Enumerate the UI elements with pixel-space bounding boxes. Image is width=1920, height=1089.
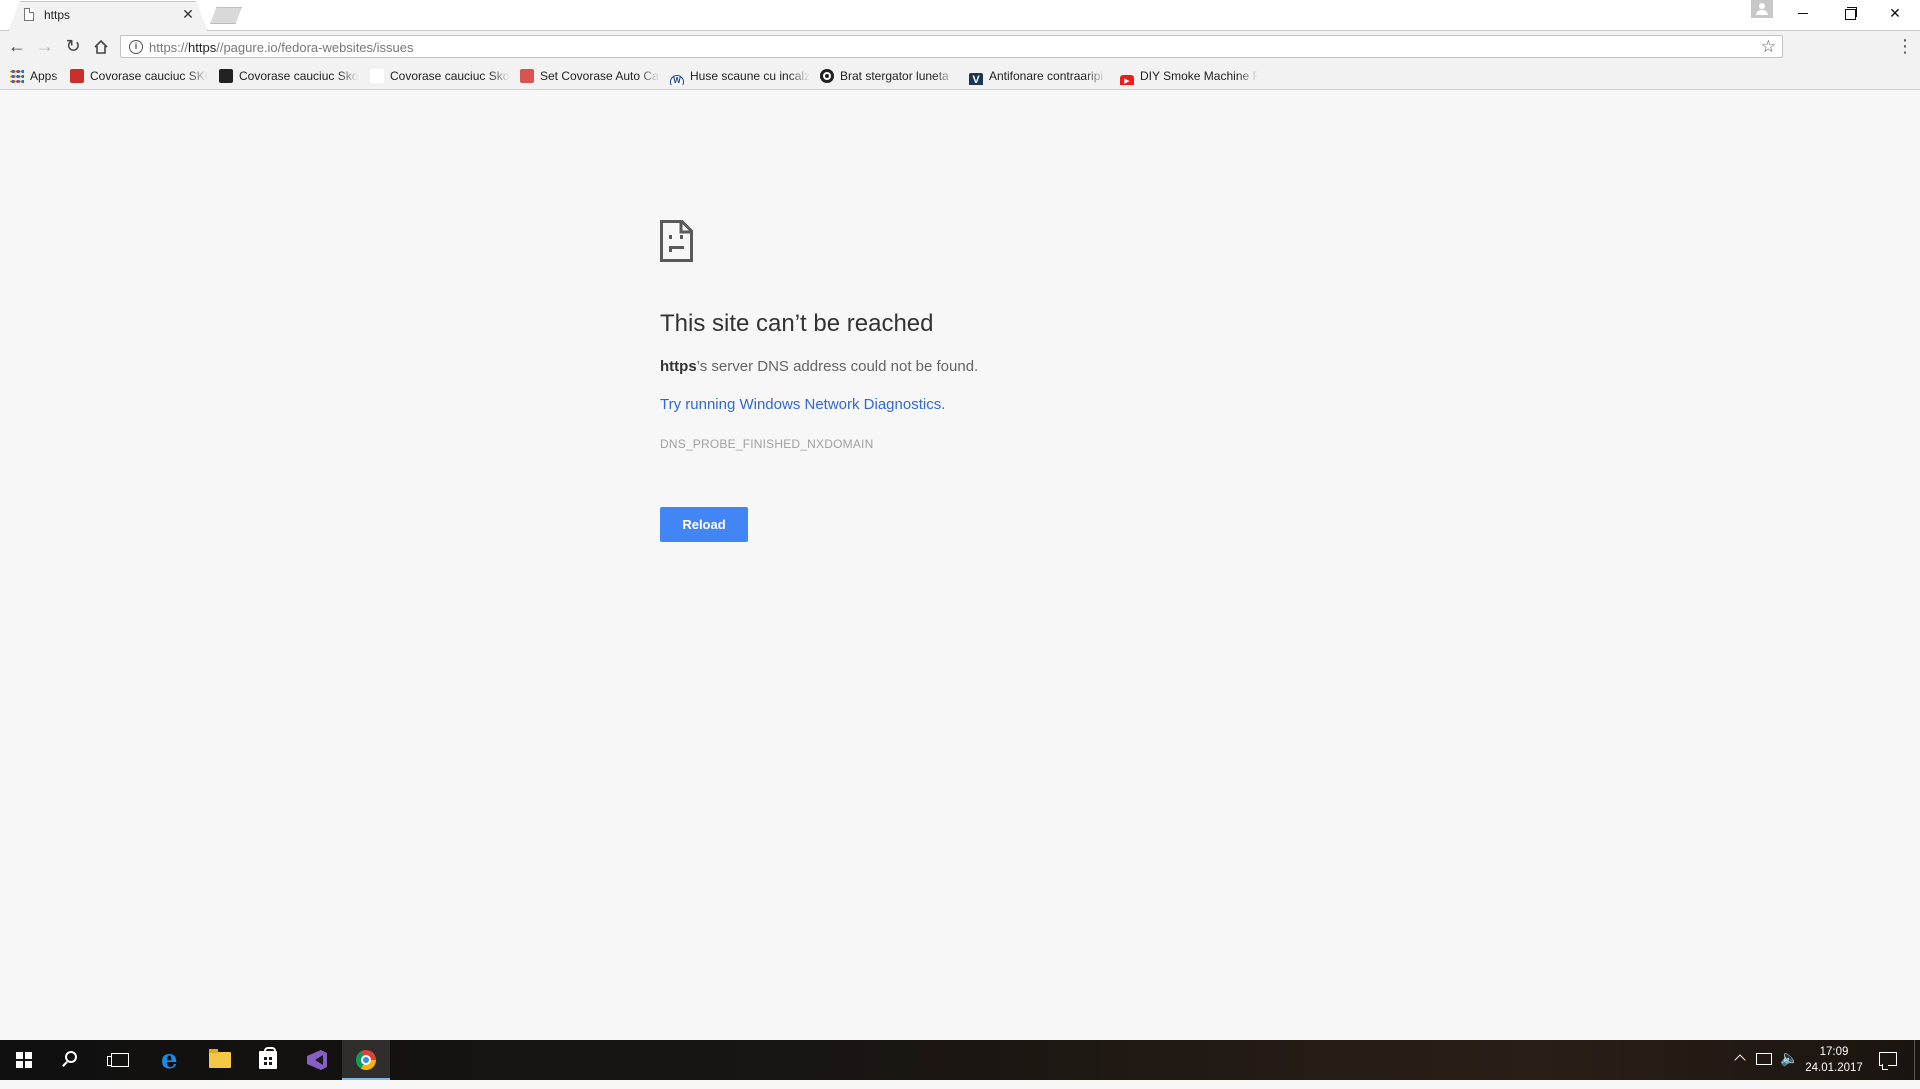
profile-icon[interactable] — [1751, 0, 1773, 18]
browser-tab[interactable] — [8, 1, 208, 31]
windows-icon — [16, 1052, 32, 1068]
edge-taskbar-button[interactable]: e — [148, 1040, 196, 1080]
start-button[interactable] — [0, 1040, 48, 1080]
show-desktop-button[interactable] — [1914, 1040, 1915, 1080]
bookmark-item[interactable]: WHuse scaune cu incalzire — [670, 67, 810, 85]
error-page: This site can’t be reached https’s serve… — [0, 90, 1920, 1040]
reload-icon[interactable]: ↻ — [61, 35, 85, 59]
restore-button[interactable] — [1826, 0, 1872, 28]
store-icon — [259, 1047, 277, 1069]
blank-favicon-icon — [370, 69, 384, 83]
site-favicon-icon — [520, 69, 534, 83]
chrome-icon — [356, 1050, 376, 1070]
address-bar[interactable]: i https://https//pagure.io/fedora-websit… — [120, 35, 1783, 58]
task-view-button[interactable] — [96, 1040, 144, 1080]
circle-favicon-icon — [820, 69, 834, 83]
taskbar: e 🔈 17:09 24.01.2017 — [0, 1040, 1920, 1080]
bookmark-item[interactable]: ▶ DIY Smoke Machine F — [1120, 67, 1258, 85]
v-favicon-icon: V — [969, 73, 983, 85]
menu-icon[interactable]: ⋮ — [1896, 35, 1914, 59]
folder-icon — [209, 1049, 231, 1068]
edge-icon: e — [161, 1045, 178, 1075]
search-button[interactable] — [48, 1040, 96, 1080]
visual-studio-icon — [307, 1050, 327, 1070]
apps-grid-icon — [10, 69, 24, 83]
bookmark-item[interactable]: Covorase cauciuc SKODA — [70, 67, 208, 85]
tab-title: https — [44, 8, 71, 22]
close-window-button[interactable]: ✕ — [1872, 0, 1918, 28]
bookmarks-bar: Apps Covorase cauciuc SKODA Covorase cau… — [0, 62, 1920, 90]
search-icon — [65, 1051, 77, 1063]
network-icon[interactable] — [1756, 1053, 1772, 1065]
task-view-icon — [107, 1053, 129, 1067]
network-diagnostics-link[interactable]: Try running Windows Network Diagnostics. — [660, 396, 945, 413]
url-text[interactable]: https://https//pagure.io/fedora-websites… — [149, 40, 414, 55]
bookmark-apps[interactable]: Apps — [10, 67, 62, 85]
browser-toolbar: ← → ↻ i https://https//pagure.io/fedora-… — [0, 31, 1920, 62]
chrome-taskbar-button[interactable] — [342, 1040, 390, 1080]
bookmark-item[interactable]: V Antifonare contraaripi — [969, 67, 1106, 85]
clock-time: 17:09 — [1819, 1046, 1849, 1058]
clock-date: 24.01.2017 — [1805, 1062, 1863, 1074]
sad-page-icon — [660, 220, 693, 262]
bookmark-item[interactable]: Covorase cauciuc Skoda — [370, 67, 510, 85]
new-tab-button[interactable] — [210, 7, 242, 24]
reload-button[interactable]: Reload — [660, 507, 748, 542]
minimize-button[interactable] — [1780, 0, 1826, 28]
info-icon[interactable]: i — [129, 40, 143, 54]
bookmark-item[interactable]: Brat stergator luneta — [820, 67, 955, 85]
bookmark-item[interactable]: Set Covorase Auto Ca — [520, 67, 660, 85]
back-arrow-icon[interactable]: ← — [5, 35, 29, 59]
bookmark-star-icon[interactable]: ☆ — [1761, 37, 1776, 57]
show-hidden-icons-chevron-icon[interactable] — [1734, 1052, 1746, 1064]
bookmark-item[interactable]: Covorase cauciuc Skoda — [219, 67, 359, 85]
file-explorer-taskbar-button[interactable] — [196, 1040, 244, 1080]
page-icon — [24, 8, 34, 21]
vw-logo-icon: W — [670, 75, 684, 85]
tab-close-icon[interactable]: ✕ — [180, 6, 196, 22]
visual-studio-taskbar-button[interactable] — [293, 1040, 341, 1080]
volume-icon[interactable]: 🔈 — [1780, 1049, 1799, 1089]
error-title: This site can’t be reached — [660, 310, 934, 337]
error-code: DNS_PROBE_FINISHED_NXDOMAIN — [660, 437, 874, 451]
error-description: https’s server DNS address could not be … — [660, 358, 979, 375]
store-taskbar-button[interactable] — [244, 1040, 292, 1080]
system-clock[interactable]: 17:09 24.01.2017 — [1800, 1044, 1868, 1076]
site-favicon-icon — [219, 69, 233, 83]
home-icon[interactable] — [89, 35, 113, 59]
youtube-icon: ▶ — [1120, 75, 1134, 85]
action-center-icon[interactable] — [1879, 1052, 1897, 1070]
forward-arrow-icon[interactable]: → — [33, 35, 57, 59]
title-bar: https ✕ ✕ — [0, 0, 1920, 31]
site-favicon-icon — [70, 69, 84, 83]
